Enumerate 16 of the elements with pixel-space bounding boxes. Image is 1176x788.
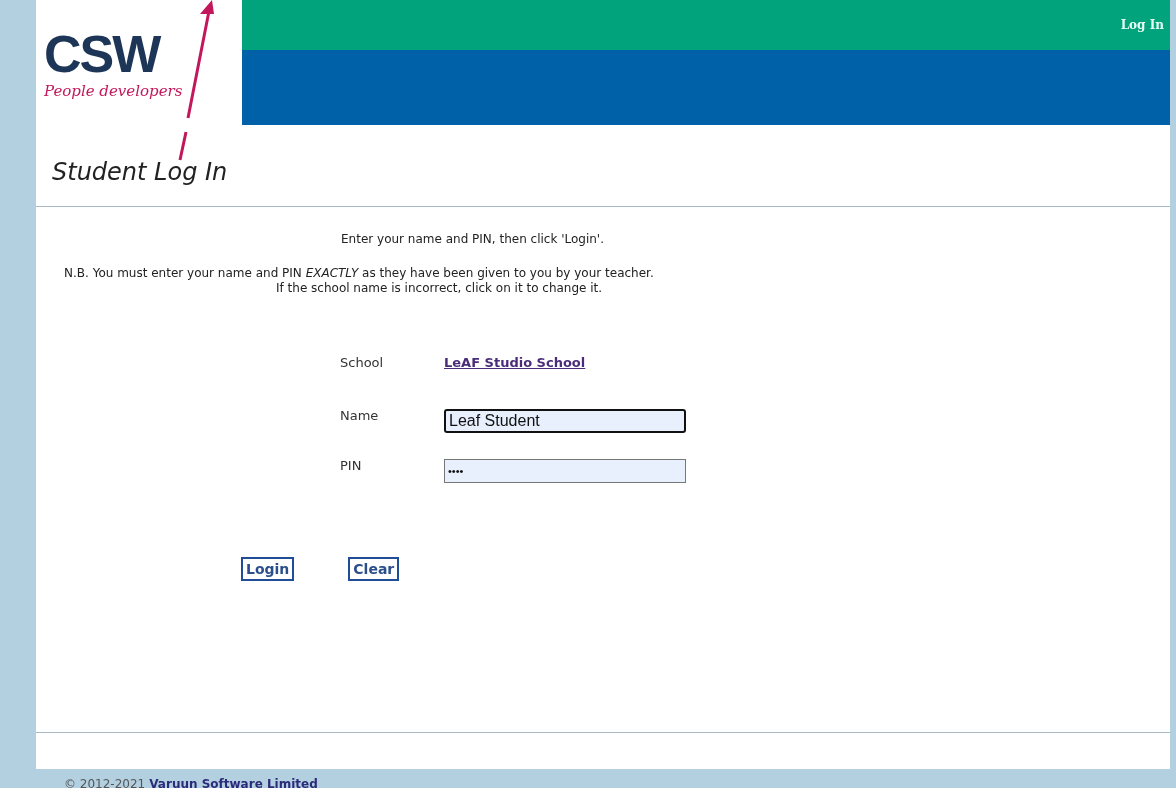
- input-field[interactable]: Leaf Student: [444, 409, 686, 433]
- field-label: Name: [340, 409, 379, 425]
- copyright-text: © 2012-2021: [64, 777, 146, 788]
- note-text: If the school name is incorrect, click on it to change it.: [276, 281, 603, 295]
- field-label: PIN: [340, 459, 362, 475]
- login-button[interactable]: Login: [241, 557, 295, 581]
- logo-text: CSW: [44, 28, 160, 80]
- note-text: N.B. You must enter your name and PIN EXACTLY as they have been given to you by your teacher.: [64, 266, 654, 280]
- company-link[interactable]: Varuun Software Limited: [149, 777, 318, 788]
- logo-tagline: People developers: [44, 82, 183, 100]
- clear-button[interactable]: Clear: [348, 557, 400, 581]
- instruction-text: Enter your name and PIN, then click 'Login'.: [341, 232, 604, 246]
- input-field[interactable]: ••••: [444, 459, 686, 483]
- field-label: School: [340, 354, 384, 372]
- school-link[interactable]: LeAF Studio School: [444, 353, 586, 409]
- page-title: Student Log In: [51, 157, 228, 188]
